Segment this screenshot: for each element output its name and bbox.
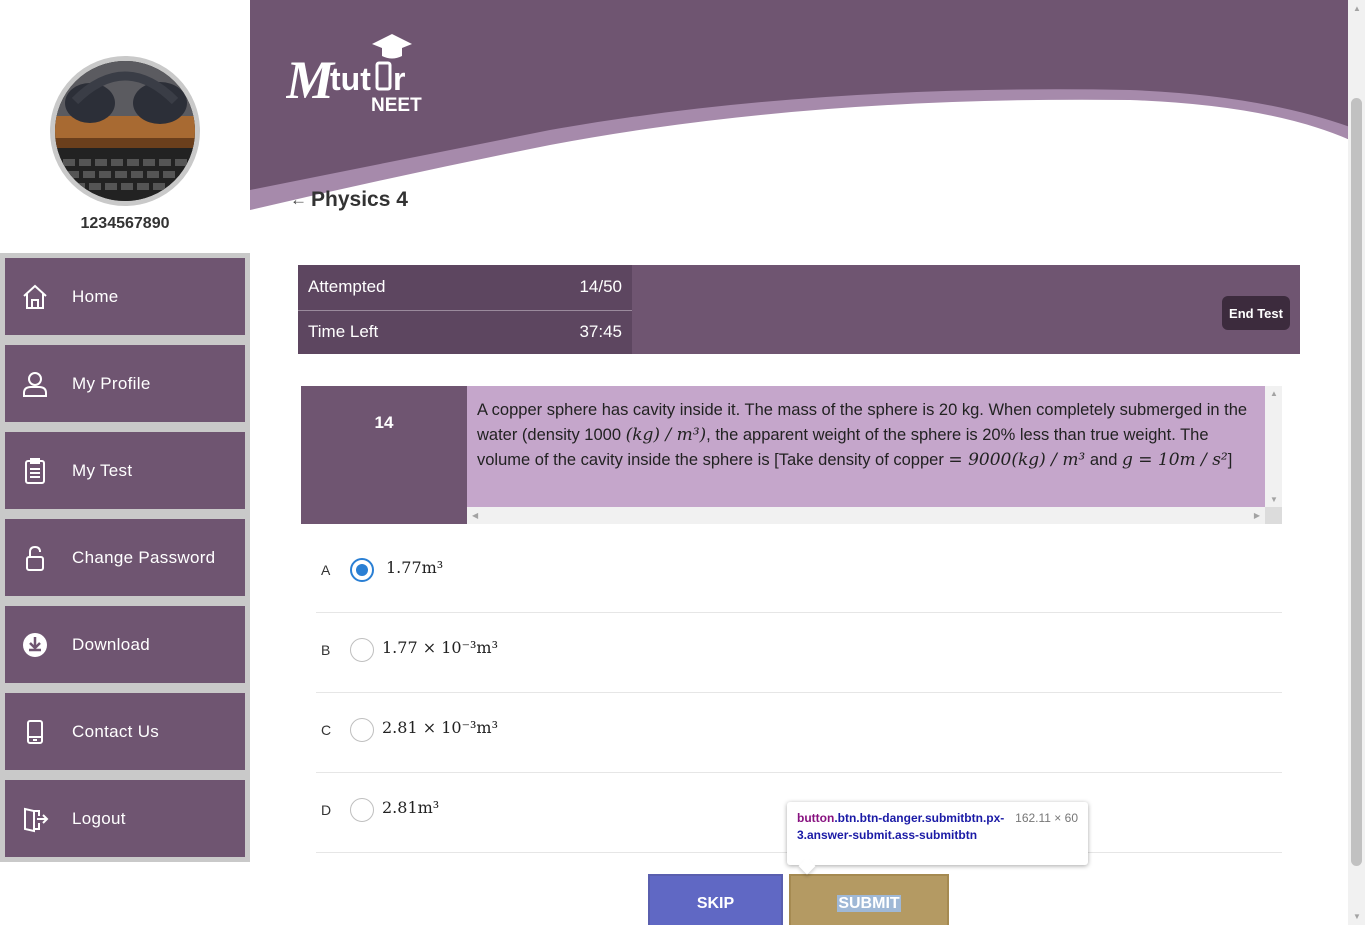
test-status-bar: Attempted 14/50 Time Left 37:45 End Test [298,265,1300,354]
answer-option-a[interactable]: A 1.77m³ [316,533,1282,613]
logout-icon [5,805,65,833]
sidebar-menu: Home My Profile My Test Change Password [0,253,250,862]
sidebar: 1234567890 Home My Profile My Test Chang… [0,0,250,925]
end-test-button[interactable]: End Test [1222,296,1290,330]
option-text: 2.81m³ [382,798,440,817]
question-horizontal-scrollbar[interactable]: ◀ ▶ [467,507,1265,524]
option-letter: C [321,722,332,738]
user-icon [5,370,65,398]
answer-option-c[interactable]: C 2.81 × 10⁻³m³ [316,693,1282,773]
time-left-label: Time Left [308,322,379,342]
brand-sub: NEET [371,95,422,116]
scrollbar-corner [1265,507,1282,524]
question-math: = 9000(kg) / m³ [948,450,1086,470]
phone-icon [5,718,65,746]
submit-button[interactable]: SUBMIT [789,874,949,925]
question-block: 14 A copper sphere has cavity inside it.… [301,386,1282,524]
page-scroll-down-icon[interactable]: ▼ [1353,912,1361,921]
attempted-value: 14/50 [579,277,622,297]
attempted-row: Attempted 14/50 [298,265,632,310]
question-vertical-scrollbar[interactable]: ▲ ▼ [1265,386,1282,507]
question-text: A copper sphere has cavity inside it. Th… [467,386,1265,507]
test-page: 1234567890 Home My Profile My Test Chang… [0,0,1365,925]
back-arrow-icon[interactable]: ← [290,190,307,210]
scroll-up-icon[interactable]: ▲ [1270,389,1278,398]
avatar-photo [55,61,195,201]
submit-button-label: SUBMIT [837,895,901,912]
sidebar-item-label: Download [72,634,151,654]
attempted-label: Attempted [308,277,386,297]
option-text: 1.77 × 10⁻³m³ [382,638,499,657]
sidebar-item-download[interactable]: Download [5,606,245,683]
option-text: 2.81 × 10⁻³m³ [382,718,499,737]
user-id: 1234567890 [80,215,170,232]
tooltip-size: 162.11 × 60 [1015,811,1078,825]
option-letter: A [321,562,331,578]
option-radio[interactable] [350,798,374,822]
stats-table: Attempted 14/50 Time Left 37:45 [298,265,632,354]
scroll-right-icon[interactable]: ▶ [1254,511,1260,520]
test-title: Physics 4 [311,188,408,211]
clipboard-icon [5,457,65,485]
question-number: 14 [374,413,394,432]
page-scrollbar[interactable]: ▲ ▼ [1348,0,1365,925]
question-math: g = 10m / s² [1121,450,1228,470]
sidebar-item-my-profile[interactable]: My Profile [5,345,245,422]
svg-text:M: M [286,50,336,110]
sidebar-item-label: Contact Us [72,721,160,741]
home-icon [5,283,65,311]
page-scrollbar-thumb[interactable] [1351,98,1362,866]
time-left-value: 37:45 [579,322,622,342]
sidebar-item-home[interactable]: Home [5,258,245,335]
question-text-part: ] [1227,451,1233,469]
mtutor-logo: M tut r NEET [285,30,436,120]
sidebar-item-contact-us[interactable]: Contact Us [5,693,245,770]
option-radio[interactable] [350,558,374,582]
answer-option-b[interactable]: B 1.77 × 10⁻³m³ [316,613,1282,693]
time-left-row: Time Left 37:45 [298,309,632,355]
download-icon [5,631,65,659]
tooltip-tag: button [797,811,835,825]
sidebar-item-my-test[interactable]: My Test [5,432,245,509]
sidebar-item-label: My Test [72,460,133,480]
option-radio[interactable] [350,718,374,742]
question-text-container[interactable]: A copper sphere has cavity inside it. Th… [467,386,1282,524]
sidebar-item-label: Change Password [72,547,216,567]
skip-button[interactable]: SKIP [648,874,783,925]
scroll-left-icon[interactable]: ◀ [472,511,478,520]
svg-text:r: r [393,61,405,97]
sidebar-item-change-password[interactable]: Change Password [5,519,245,596]
option-text: 1.77m³ [386,558,444,577]
sidebar-item-logout[interactable]: Logout [5,780,245,857]
devtools-tooltip: button.btn.btn-danger.submitbtn.px-3.ans… [787,802,1088,865]
option-radio[interactable] [350,638,374,662]
avatar[interactable] [50,56,200,206]
sidebar-item-label: My Profile [72,373,151,393]
option-letter: B [321,642,331,658]
sidebar-item-label: Logout [72,808,126,828]
page-title: ← Physics 4 [290,188,408,212]
question-math: (kg) / m³) [625,425,707,445]
option-letter: D [321,802,332,818]
svg-text:tut: tut [330,61,371,97]
lock-icon [5,544,65,572]
sidebar-item-label: Home [72,286,119,306]
scroll-down-icon[interactable]: ▼ [1270,495,1278,504]
page-scroll-up-icon[interactable]: ▲ [1353,4,1361,13]
tooltip-selector: button.btn.btn-danger.submitbtn.px-3.ans… [797,810,1007,844]
question-text-part: and [1085,451,1122,469]
